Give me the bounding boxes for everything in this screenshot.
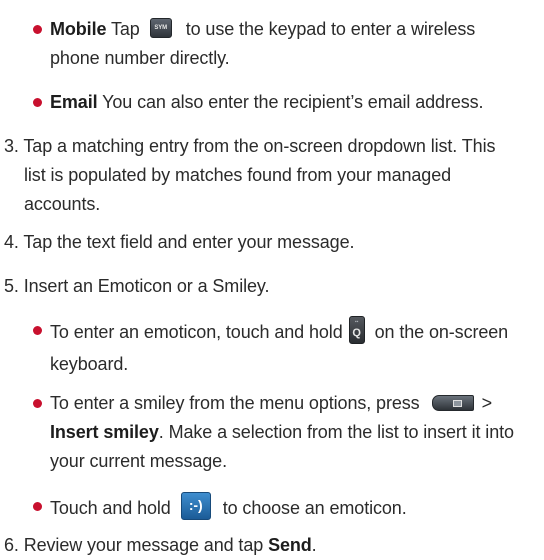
bullet-dot <box>33 502 42 511</box>
smiley-arrow: > <box>481 393 493 413</box>
step-3-line3: accounts. <box>24 194 101 214</box>
mobile-bullet-item: Mobile Tap SYM to use the keypad to enter … <box>50 15 475 73</box>
bullet-dot <box>33 399 42 408</box>
email-bullet-item: Email You can also enter the recipient’s… <box>50 88 484 117</box>
hold-text-before: Touch and hold <box>50 497 171 518</box>
emoticon-text-after: on the on-screen <box>374 321 509 342</box>
mobile-title: Mobile <box>50 19 107 39</box>
emoticon-bullet-item: To enter an emoticon, touch and hold ▪▪ Q o… <box>50 316 508 379</box>
step-5: 5. Insert an Emoticon or a Smiley. <box>4 272 269 301</box>
menu-key-icon <box>431 395 474 412</box>
smiley-key-icon: :-) <box>180 492 211 520</box>
step-6-text-after: . <box>311 535 317 555</box>
step-4-text: 4. Tap the text field and enter your mes… <box>4 232 355 252</box>
step-5-text: 5. Insert an Emoticon or a Smiley. <box>4 276 270 296</box>
hold-text-after: to choose an emoticon. <box>222 497 407 518</box>
hold-bullet-item: Touch and hold :-) to choose an emoticon. <box>50 492 407 526</box>
emoticon-text-before: To enter an emoticon, touch and hold <box>50 321 343 342</box>
step-3: 3. Tap a matching entry from the on-scre… <box>4 132 495 219</box>
smiley-bullet-item: To enter a smiley from the menu options,… <box>50 389 514 476</box>
email-text: You can also enter the recipient’s email… <box>102 92 484 112</box>
smiley-text-before: To enter a smiley from the menu options,… <box>50 393 420 413</box>
insert-smiley-label: Insert smiley <box>50 422 159 442</box>
smiley-text-after: . Make a selection from the list to inse… <box>158 422 514 442</box>
step-4: 4. Tap the text field and enter your mes… <box>4 228 354 257</box>
step-3-line1: 3. Tap a matching entry from the on-scre… <box>4 136 496 156</box>
sym-key-icon: SYM <box>149 18 172 39</box>
step-3-line2: list is populated by matches found from … <box>24 165 452 185</box>
mobile-text-after: to use the keypad to enter a wireless <box>185 19 476 39</box>
emoticon-text-line2: keyboard. <box>50 354 129 374</box>
bullet-dot <box>33 25 42 34</box>
step-6-text-before: 6. Review your message and tap <box>4 535 264 555</box>
step-6: 6. Review your message and tap Send. <box>4 531 317 560</box>
smiley-text-line3: your current message. <box>50 451 227 471</box>
q-key-icon: ▪▪ Q <box>348 316 365 344</box>
bullet-dot <box>33 326 42 335</box>
mobile-text-line2: phone number directly. <box>50 48 230 68</box>
send-label: Send <box>268 535 312 555</box>
mobile-text-before: Tap <box>110 19 140 39</box>
q-key-label: Q <box>352 327 361 339</box>
email-title: Email <box>50 92 98 112</box>
bullet-dot <box>33 98 42 107</box>
